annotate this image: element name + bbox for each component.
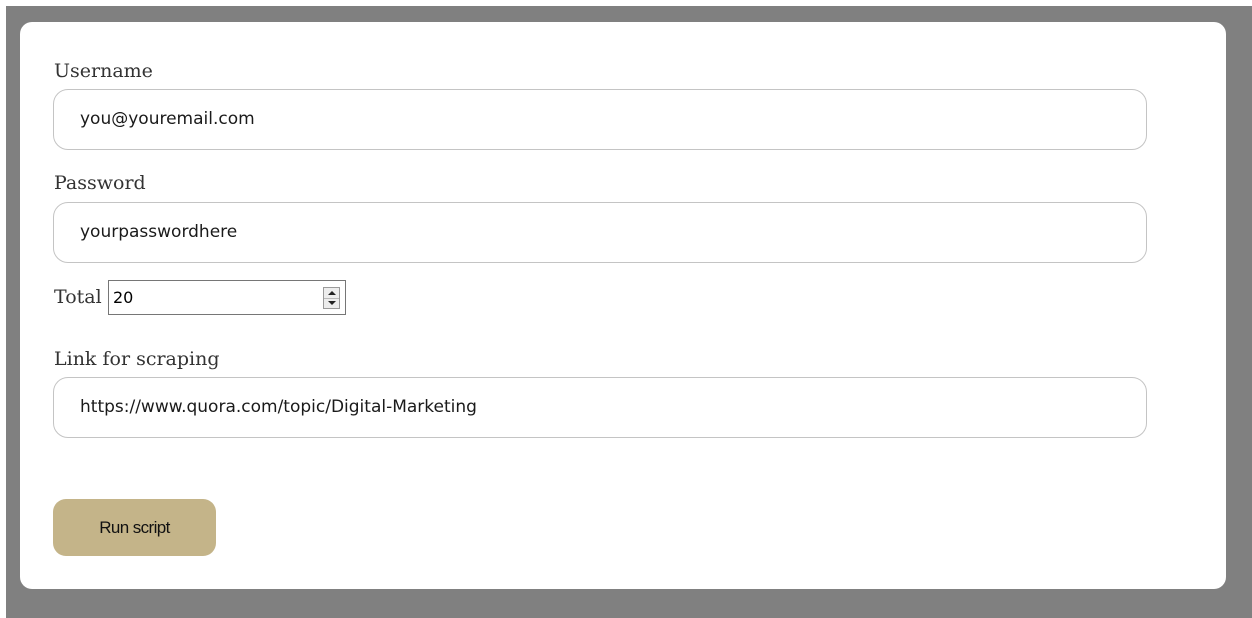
total-label: Total xyxy=(54,286,102,308)
password-label: Password xyxy=(54,172,146,194)
password-field[interactable]: yourpasswordhere xyxy=(53,202,1147,263)
total-value: 20 xyxy=(113,288,134,307)
total-spinner[interactable] xyxy=(323,287,340,309)
username-label: Username xyxy=(54,60,153,82)
link-field[interactable]: https://www.quora.com/topic/Digital-Mark… xyxy=(53,377,1147,438)
username-field[interactable]: you@youremail.com xyxy=(53,89,1147,150)
total-number-input[interactable]: 20 xyxy=(108,280,346,315)
run-script-button[interactable]: Run script xyxy=(53,499,216,556)
link-label: Link for scraping xyxy=(54,348,220,370)
spinner-down-icon[interactable] xyxy=(324,298,339,308)
